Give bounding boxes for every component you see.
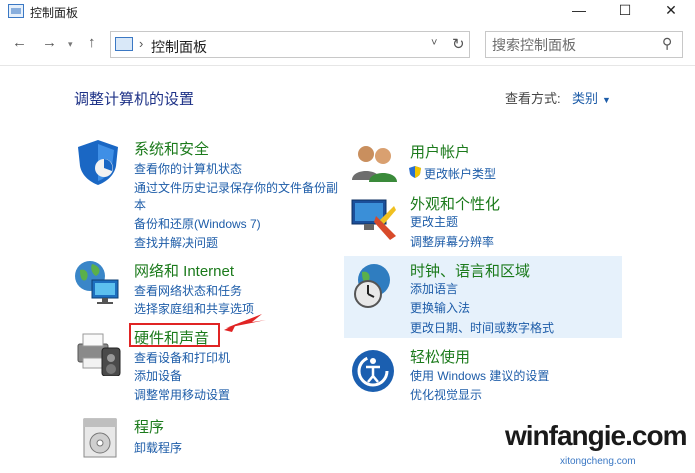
watermark-subtext: xitongcheng.com	[560, 456, 636, 467]
link-uninstall-program[interactable]: 卸载程序	[134, 439, 182, 456]
link-change-date-time-format[interactable]: 更改日期、时间或数字格式	[410, 319, 554, 336]
annotation-arrow-icon	[224, 314, 266, 332]
control-panel-icon	[115, 37, 133, 51]
category-title-system-security[interactable]: 系统和安全	[134, 138, 209, 159]
link-screen-resolution[interactable]: 调整屏幕分辨率	[410, 233, 494, 250]
category-title-programs[interactable]: 程序	[134, 416, 164, 437]
link-view-computer-status[interactable]: 查看你的计算机状态	[134, 160, 242, 177]
link-change-account-type[interactable]: 更改帐户类型	[424, 165, 496, 182]
title-bar: 控制面板 — ☐ ✕	[0, 0, 695, 24]
printer-speaker-icon	[77, 333, 121, 376]
link-backup-restore[interactable]: 备份和还原(Windows 7)	[134, 215, 261, 232]
link-network-status[interactable]: 查看网络状态和任务	[134, 282, 242, 299]
link-add-language[interactable]: 添加语言	[410, 280, 458, 297]
category-title-ease-of-access[interactable]: 轻松使用	[410, 346, 470, 367]
link-mobility-settings[interactable]: 调整常用移动设置	[134, 386, 230, 403]
page-title: 调整计算机的设置	[74, 91, 195, 108]
view-by-value: 类别	[572, 91, 599, 106]
link-file-history-continued[interactable]: 本	[134, 196, 146, 213]
search-input[interactable]	[492, 35, 652, 55]
breadcrumb-separator-icon: ›	[139, 36, 144, 51]
navigation-bar: ← → ▾ ↑ › 控制面板 ˅ ↻ ⚲	[0, 28, 695, 60]
minimize-button[interactable]: —	[556, 0, 602, 22]
dropdown-arrow-icon: ▼	[602, 95, 611, 105]
category-title-hardware-sound[interactable]: 硬件和声音	[134, 327, 209, 348]
divider	[0, 65, 695, 66]
link-add-device[interactable]: 添加设备	[134, 367, 182, 384]
link-windows-recommended-settings[interactable]: 使用 Windows 建议的设置	[410, 367, 549, 384]
link-file-history[interactable]: 通过文件历史记录保存你的文件备份副	[134, 179, 338, 196]
link-change-theme[interactable]: 更改主题	[410, 213, 458, 230]
link-change-input-method[interactable]: 更换输入法	[410, 299, 470, 316]
search-icon[interactable]: ⚲	[662, 35, 672, 52]
category-title-user-accounts[interactable]: 用户帐户	[410, 141, 470, 162]
address-bar[interactable]: › 控制面板 ˅ ↻	[110, 31, 470, 58]
category-title-network-internet[interactable]: 网络和 Internet	[134, 260, 234, 281]
category-title-clock-language-region[interactable]: 时钟、语言和区域	[410, 260, 530, 281]
refresh-icon[interactable]: ↻	[452, 35, 465, 53]
link-devices-printers[interactable]: 查看设备和打印机	[134, 349, 230, 366]
view-by-label: 查看方式:	[505, 91, 561, 106]
ease-of-access-icon	[352, 350, 394, 392]
network-globe-icon	[75, 261, 119, 304]
category-title-appearance[interactable]: 外观和个性化	[410, 193, 500, 214]
control-panel-icon	[8, 4, 24, 18]
watermark-text: winfangie.com	[505, 420, 687, 451]
user-accounts-icon	[352, 146, 397, 182]
view-by-dropdown[interactable]: 类别 ▼	[572, 88, 611, 107]
forward-arrow-icon[interactable]: →	[42, 34, 57, 51]
recent-locations-icon[interactable]: ▾	[68, 39, 73, 50]
back-arrow-icon[interactable]: ←	[12, 34, 27, 51]
appearance-monitor-icon	[351, 199, 396, 240]
window-title: 控制面板	[30, 6, 79, 20]
breadcrumb-control-panel[interactable]: 控制面板	[151, 37, 207, 57]
maximize-button[interactable]: ☐	[602, 0, 648, 22]
clock-globe-icon	[354, 264, 390, 308]
link-troubleshoot[interactable]: 查找并解决问题	[134, 234, 218, 251]
close-button[interactable]: ✕	[648, 0, 694, 22]
link-optimize-visual-display[interactable]: 优化视觉显示	[410, 386, 482, 403]
programs-disc-icon	[83, 418, 117, 458]
chevron-down-icon[interactable]: ˅	[431, 37, 437, 49]
up-arrow-icon[interactable]: ↑	[88, 34, 96, 51]
shield-icon	[78, 140, 118, 185]
uac-shield-icon	[409, 165, 421, 178]
search-box[interactable]: ⚲	[485, 31, 683, 58]
